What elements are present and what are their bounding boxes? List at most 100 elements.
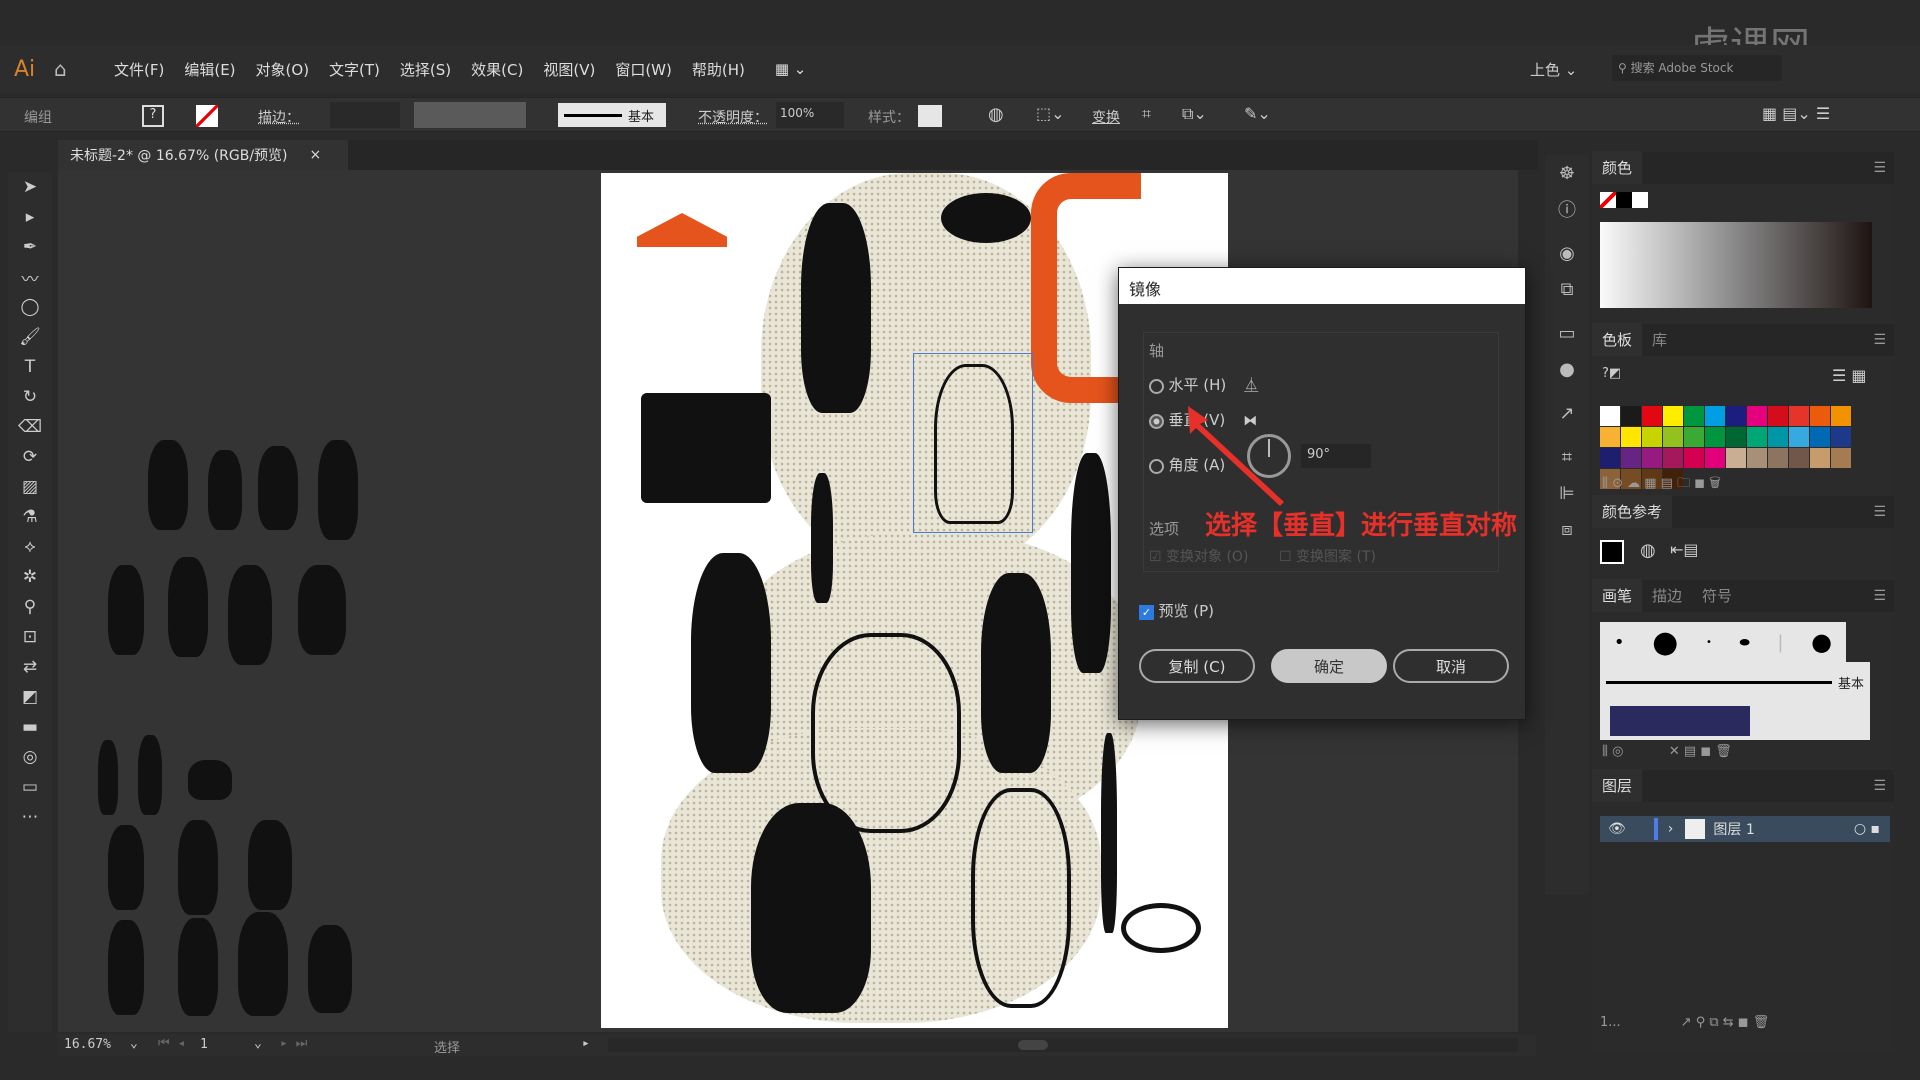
layer-actions-icons[interactable]: ↗ ⚲ ⧉ ⇆ ◼ 🗑 — [1681, 1015, 1770, 1030]
angle-input[interactable]: 90° — [1301, 444, 1371, 468]
none-swatch[interactable] — [1600, 192, 1616, 208]
brush-definition[interactable]: 基本 — [558, 103, 666, 127]
fill-stroke-icon[interactable]: ◩ — [8, 682, 52, 712]
color-swatch[interactable] — [1831, 406, 1851, 426]
home-icon[interactable]: ⌂ — [54, 57, 94, 81]
selection-tool-icon[interactable]: ➤ — [8, 172, 52, 202]
draw-mode-icon[interactable]: ◎ — [8, 742, 52, 772]
color-swatch[interactable] — [1831, 448, 1851, 468]
zoom-dropdown-icon[interactable]: ⌄ — [130, 1036, 138, 1051]
vertical-radio-button[interactable] — [1149, 413, 1164, 429]
menu-select[interactable]: 选择(S) — [400, 59, 451, 80]
close-tab-icon[interactable]: × — [310, 147, 322, 163]
libraries-tab[interactable]: 库 — [1642, 323, 1677, 356]
direct-selection-tool-icon[interactable]: ▸ — [8, 202, 52, 232]
color-swatch[interactable] — [1663, 406, 1683, 426]
color-swatch[interactable] — [1642, 427, 1662, 447]
transparency-icon[interactable]: ● — [1545, 351, 1589, 387]
color-swatch[interactable] — [1705, 406, 1725, 426]
brushes-tab[interactable]: 画笔 — [1592, 579, 1643, 612]
color-swatch[interactable] — [1621, 427, 1641, 447]
brush-tips[interactable]: • ● • ⬬ | ● — [1600, 622, 1846, 662]
stroke-swatch[interactable] — [196, 105, 218, 127]
swap-fill-stroke-icon[interactable]: ⇄ — [8, 652, 52, 682]
color-swatch[interactable] — [1768, 448, 1788, 468]
save-color-group-icon[interactable]: ⇤▤ — [1670, 540, 1699, 559]
rotate-tool-icon[interactable]: ↻ — [8, 382, 52, 412]
puppet-warp-icon[interactable]: ✎⌄ — [1244, 104, 1271, 123]
color-swatch[interactable] — [1789, 427, 1809, 447]
preview-checkbox[interactable]: ✓ 预览 (P) — [1139, 600, 1214, 621]
layer-row[interactable]: 👁 › 图层 1 ○ ▪ — [1600, 816, 1890, 842]
eraser-tool-icon[interactable]: ⌫ — [8, 412, 52, 442]
stock-search-input[interactable]: ⚲ 搜索 Adobe Stock — [1612, 55, 1782, 81]
color-swatch[interactable] — [1726, 448, 1746, 468]
color-swatch[interactable] — [1768, 406, 1788, 426]
color-swatch[interactable] — [1789, 406, 1809, 426]
color-swatch[interactable] — [1684, 406, 1704, 426]
color-swatch[interactable] — [1684, 427, 1704, 447]
base-color-swatch[interactable] — [1600, 540, 1624, 564]
color-swatch[interactable] — [1600, 427, 1620, 447]
opacity-input[interactable]: 100% — [776, 102, 844, 128]
color-swatch[interactable] — [1705, 448, 1725, 468]
color-swatch[interactable] — [1684, 448, 1704, 468]
curvature-tool-icon[interactable]: 〰 — [8, 262, 52, 292]
panel-toggle-icon[interactable]: ▦ ▤⌄ ☰ — [1762, 104, 1830, 123]
color-swatch[interactable] — [1663, 427, 1683, 447]
expand-chevron-icon[interactable]: › — [1668, 821, 1674, 837]
graphic-styles-icon[interactable]: ⧉ — [1545, 271, 1589, 307]
info-icon[interactable]: ⓘ — [1545, 191, 1589, 227]
symbols-tab[interactable]: 符号 — [1692, 579, 1742, 612]
horizontal-radio[interactable]: 水平 (H) ⏅ — [1149, 374, 1258, 395]
artboard-nav-next-icon[interactable]: ▸ ⏭ — [280, 1036, 307, 1051]
color-swatch[interactable] — [1747, 448, 1767, 468]
align-panel-icon[interactable]: ⊫ — [1545, 475, 1589, 511]
panel-menu-icon[interactable]: ☰ — [1873, 504, 1886, 520]
stroke-tab[interactable]: 描边 — [1642, 579, 1692, 612]
menu-help[interactable]: 帮助(H) — [692, 59, 745, 80]
align-icon[interactable]: ⬚⌄ — [1036, 104, 1065, 123]
color-panel-tab[interactable]: 颜色 — [1592, 151, 1643, 184]
white-swatch[interactable] — [1632, 192, 1648, 208]
color-swatch[interactable] — [1621, 406, 1641, 426]
stroke-weight-input[interactable] — [330, 102, 400, 128]
basic-brush[interactable]: 基本 — [1600, 662, 1870, 702]
angle-radio-button[interactable] — [1149, 458, 1164, 474]
graphic-style-swatch[interactable] — [918, 105, 942, 127]
variable-width-profile[interactable] — [414, 102, 526, 128]
more-tools-icon[interactable]: ⋯ — [8, 802, 52, 832]
color-swatch[interactable] — [1810, 427, 1830, 447]
document-tab[interactable]: 未标题-2* @ 16.67% (RGB/预览) × — [58, 140, 348, 170]
target-icon[interactable]: ○ ▪ — [1854, 821, 1880, 837]
appearance-icon[interactable]: ◉ — [1545, 235, 1589, 271]
color-swatch[interactable] — [1621, 448, 1641, 468]
layer-name[interactable]: 图层 1 — [1713, 819, 1853, 839]
color-swatch[interactable] — [1747, 406, 1767, 426]
color-swatch[interactable] — [1642, 448, 1662, 468]
horizontal-radio-button[interactable] — [1149, 378, 1164, 394]
menu-file[interactable]: 文件(F) — [114, 59, 164, 80]
color-spectrum[interactable] — [1600, 222, 1872, 308]
zoom-tool-icon[interactable]: ⚲ — [8, 592, 52, 622]
color-swatch[interactable] — [1600, 448, 1620, 468]
paintbrush-tool-icon[interactable]: 🖌 — [8, 322, 52, 352]
blend-tool-icon[interactable]: ⟡ — [8, 532, 52, 562]
gradient-icon[interactable]: ▭ — [1545, 315, 1589, 351]
ellipse-tool-icon[interactable]: ◯ — [8, 292, 52, 322]
artboard-nav-prev-icon[interactable]: ⏮ ◂ — [158, 1036, 185, 1051]
eyedropper-tool-icon[interactable]: ⚗ — [8, 502, 52, 532]
brush-actions-icons[interactable]: ⫼ ◎ ✕ ▤ ◼ 🗑 — [1602, 744, 1732, 759]
warp-tool-icon[interactable]: ⟳ — [8, 442, 52, 472]
zoom-level[interactable]: 16.67% — [64, 1037, 111, 1052]
cancel-button[interactable]: 取消 — [1393, 649, 1509, 683]
menu-edit[interactable]: 编辑(E) — [184, 59, 235, 80]
panel-menu-icon[interactable]: ☰ — [1873, 588, 1886, 604]
panel-menu-icon[interactable]: ☰ — [1873, 778, 1886, 794]
pen-tool-icon[interactable]: ✒ — [8, 232, 52, 262]
pattern-brush[interactable] — [1600, 702, 1870, 740]
horizontal-scrollbar[interactable] — [608, 1038, 1518, 1052]
color-swatch[interactable] — [1768, 427, 1788, 447]
color-swatch[interactable] — [1831, 427, 1851, 447]
symbol-sprayer-tool-icon[interactable]: ✲ — [8, 562, 52, 592]
